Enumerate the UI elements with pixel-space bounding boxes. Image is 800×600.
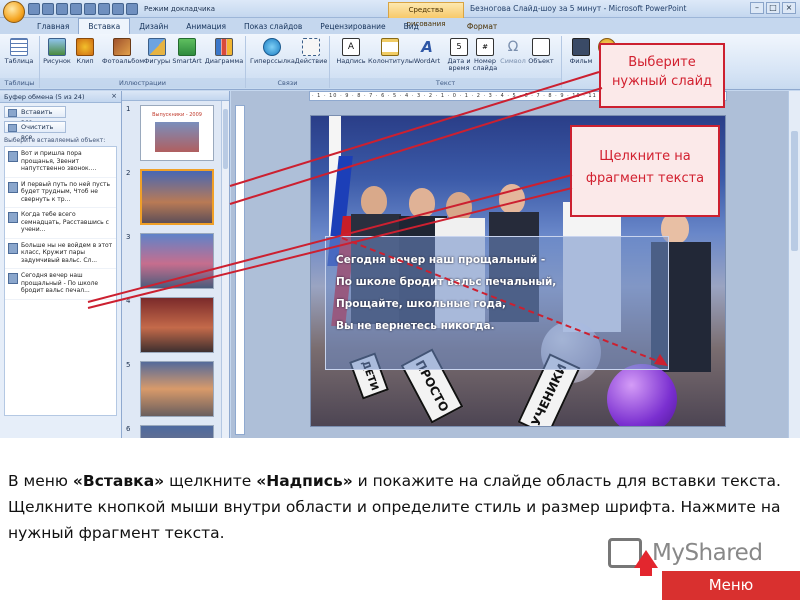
group-illustrations: Рисунок Клип Фотоальбом Фигуры SmartArt … xyxy=(40,36,246,88)
picture-icon xyxy=(48,38,66,56)
shapes-button[interactable]: Фигуры xyxy=(140,38,174,65)
hyperlink-button[interactable]: Гиперссылка xyxy=(250,38,295,65)
close-icon[interactable]: × xyxy=(111,92,117,100)
new-icon[interactable] xyxy=(70,3,82,15)
object-icon xyxy=(532,38,550,56)
save-icon[interactable] xyxy=(28,3,40,15)
tab-view[interactable]: Вид xyxy=(395,20,428,34)
drawing-tools-context-tab: Средства рисования xyxy=(388,2,464,28)
close-icon[interactable]: × xyxy=(782,2,796,14)
action-icon xyxy=(302,38,320,56)
poem-textbox[interactable]: Сегодня вечер наш прощальный - По школе … xyxy=(325,236,669,370)
globe-icon xyxy=(263,38,281,56)
spell-icon[interactable] xyxy=(126,3,138,15)
paste-all-button[interactable]: Вставить все xyxy=(4,106,66,126)
photoalbum-icon xyxy=(113,38,131,56)
table-icon xyxy=(10,38,28,56)
header-footer-button[interactable]: Колонтитулы xyxy=(368,38,414,65)
clipboard-item[interactable]: Когда тебе всего семнадцать, Расставшись… xyxy=(5,208,116,239)
group-links: Гиперссылка Действие Связи xyxy=(246,36,330,88)
menu-insert-term: «Вставка» xyxy=(72,472,165,490)
clipboard-item[interactable]: Вот и пришла пора прощанья, Звенит напут… xyxy=(5,147,116,178)
smartart-button[interactable]: SmartArt xyxy=(170,38,204,65)
textbox-icon: A xyxy=(342,38,360,56)
chart-icon xyxy=(215,38,233,56)
header-footer-icon xyxy=(381,38,399,56)
shapes-icon xyxy=(148,38,166,56)
tab-format[interactable]: Формат xyxy=(458,20,506,34)
preview-icon[interactable] xyxy=(112,3,124,15)
smartart-icon xyxy=(178,38,196,56)
clipboard-pane: Буфер обмена (5 из 24) × Вставить все Оч… xyxy=(0,91,122,438)
calendar-icon: 5 xyxy=(450,38,468,56)
tab-slideshow[interactable]: Показ слайдов xyxy=(235,20,311,34)
window-controls: – □ × xyxy=(750,2,796,14)
slides-pane-header xyxy=(122,91,229,101)
tab-home[interactable]: Главная xyxy=(28,20,78,34)
instruction-text: В меню «Вставка» щелкните «Надпись» и по… xyxy=(8,472,781,542)
textbox-command-term: «Надпись» xyxy=(256,472,353,490)
group-tables: Таблица Таблицы xyxy=(0,36,40,88)
student-photo xyxy=(361,186,387,216)
clipboard-item[interactable]: Сегодня вечер наш прощальный - По школе … xyxy=(5,269,116,300)
hash-icon: # xyxy=(476,38,494,56)
poem-line: Вы не вернетесь никогда. xyxy=(336,320,495,332)
film-icon xyxy=(572,38,590,56)
tab-animation[interactable]: Анимация xyxy=(177,20,235,34)
purple-balloon xyxy=(607,364,677,426)
window-title: Безногова Слайд-шоу за 5 минут - Microso… xyxy=(470,4,687,13)
tab-review[interactable]: Рецензирование xyxy=(311,20,394,34)
ribbon-tabs: Главная Вставка Дизайн Анимация Показ сл… xyxy=(28,18,506,34)
clipboard-item[interactable]: Больше ны не войдем в этот класс, Кружит… xyxy=(5,239,116,269)
clear-all-button[interactable]: Очистить все xyxy=(4,121,66,141)
tab-design[interactable]: Дизайн xyxy=(130,20,177,34)
action-button[interactable]: Действие xyxy=(294,38,328,65)
redo-icon[interactable] xyxy=(56,3,68,15)
callout-select-slide: Выберите нужный слайд xyxy=(599,43,725,108)
wordart-icon: A xyxy=(421,38,433,56)
table-button[interactable]: Таблица xyxy=(2,38,36,65)
slides-scrollbar[interactable] xyxy=(221,101,229,438)
poem-line: По школе бродит вальс печальный, xyxy=(336,276,557,288)
open-icon[interactable] xyxy=(84,3,96,15)
minimize-icon[interactable]: – xyxy=(750,2,764,14)
photoalbum-button[interactable]: Фотоальбом xyxy=(102,38,144,65)
clipboard-list: Вот и пришла пора прощанья, Звенит напут… xyxy=(4,146,117,416)
group-text: A Надпись Колонтитулы A WordArt 5 Дата и… xyxy=(330,36,562,88)
presenter-mode-label[interactable]: Режим докладчика xyxy=(144,5,215,13)
clipboard-item[interactable]: И первый путь по ней пусть будет трудным… xyxy=(5,178,116,208)
chart-button[interactable]: Диаграмма xyxy=(204,38,244,65)
wordart-button[interactable]: A WordArt xyxy=(410,38,444,65)
object-button[interactable]: Объект xyxy=(524,38,558,65)
poem-line: Прощайте, школьные года, xyxy=(336,298,507,310)
office-button[interactable] xyxy=(3,1,25,23)
editor-scrollbar[interactable] xyxy=(788,91,800,438)
clipboard-header: Буфер обмена (5 из 24) × xyxy=(0,91,121,103)
undo-icon[interactable] xyxy=(42,3,54,15)
print-icon[interactable] xyxy=(98,3,110,15)
callout-click-fragment: Щелкните на фрагмент текста xyxy=(570,125,720,217)
thumbnail-photo xyxy=(155,122,199,152)
maximize-icon[interactable]: □ xyxy=(766,2,780,14)
poem-line: Сегодня вечер наш прощальный - xyxy=(336,254,546,266)
clip-button[interactable]: Клип xyxy=(68,38,102,65)
menu-button[interactable]: Меню xyxy=(662,571,800,600)
textbox-button[interactable]: A Надпись xyxy=(334,38,368,65)
title-bar: Режим докладчика Средства рисования Безн… xyxy=(0,0,800,28)
slides-pane: 1 Выпускники - 2009 2 3 4 5 6 xyxy=(122,91,230,438)
clipart-icon xyxy=(76,38,94,56)
vertical-ruler xyxy=(235,105,245,435)
tab-insert[interactable]: Вставка xyxy=(78,18,131,34)
omega-icon: Ω xyxy=(507,39,519,55)
quick-access-toolbar: Режим докладчика xyxy=(2,1,215,17)
